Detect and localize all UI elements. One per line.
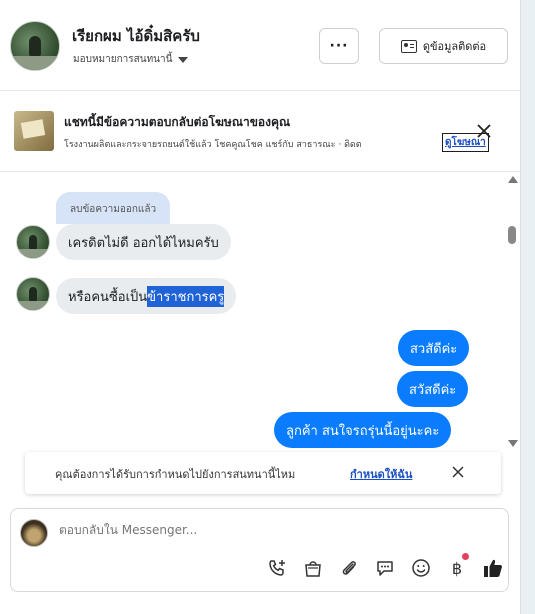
thumbs-up-icon[interactable] [475, 555, 511, 581]
removed-message-label: ลบข้อความออกแล้ว [56, 192, 171, 224]
ad-thumbnail[interactable] [14, 111, 54, 151]
contact-card-icon [400, 39, 417, 53]
paperclip-icon[interactable] [331, 555, 367, 581]
conversation-panel: เรียกผม ไอ้ดิ๋มสิครับ มอบหมายการสนทนานี้… [0, 0, 521, 614]
outgoing-message[interactable]: สวสัดีค่ะ [398, 330, 470, 366]
ad-reply-banner: แชทนี้มีข้อความตอบกลับต่อโฆษณาของคุณ โรง… [0, 91, 520, 172]
outgoing-message[interactable]: ลูกค้า สนใจรถรุ่นนี้อยู่นะคะ [274, 412, 452, 448]
message-composer: ฿ [10, 508, 509, 592]
incoming-message[interactable]: เครดิตไม่ดี ออกได้ไหมครับ [56, 224, 231, 260]
more-options-button[interactable]: ··· [319, 28, 359, 64]
window-edge [521, 0, 535, 614]
view-contact-info-button[interactable]: ดูข้อมูลติดต่อ [379, 28, 508, 64]
baht-icon[interactable]: ฿ [439, 553, 475, 581]
contact-name: เรียกผม ไอ้ดิ๋มสิครับ [72, 27, 200, 45]
assign-to-me-link[interactable]: กำหนดให้ฉัน [350, 465, 412, 483]
outgoing-message[interactable]: สวัสดีค่ะ [397, 371, 469, 407]
close-icon[interactable] [476, 124, 492, 138]
chevron-down-icon [178, 56, 189, 63]
sender-avatar[interactable] [16, 225, 50, 259]
shopping-bag-icon[interactable] [295, 555, 331, 581]
chat-scrollbar[interactable] [504, 172, 518, 450]
close-icon[interactable] [452, 466, 464, 478]
notification-dot [462, 553, 469, 560]
reply-input[interactable] [59, 523, 459, 537]
scroll-up-arrow-icon[interactable] [508, 176, 518, 183]
conversation-header: เรียกผม ไอ้ดิ๋มสิครับ มอบหมายการสนทนานี้… [0, 0, 520, 91]
page-avatar [20, 519, 48, 547]
sender-avatar[interactable] [16, 277, 50, 311]
contact-avatar[interactable] [10, 21, 60, 71]
call-add-icon[interactable] [259, 555, 295, 581]
scrollbar-thumb[interactable] [508, 226, 516, 244]
assign-reminder-text: คุณต้องการได้รับการกำหนดไปยังการสนทนานี้… [55, 468, 296, 481]
chat-bubble-icon[interactable] [367, 555, 403, 581]
baht-symbol: ฿ [451, 558, 463, 578]
incoming-message[interactable]: หรือคนซื้อเป็น ข้าราชการครู [56, 278, 237, 314]
composer-toolbar: ฿ [259, 553, 511, 581]
selected-text: ข้าราชการครู [147, 285, 225, 307]
emoji-icon[interactable] [403, 555, 439, 581]
assign-reminder-banner: คุณต้องการได้รับการกำหนดไปยังการสนทนานี้… [25, 452, 501, 494]
assign-label: มอบหมายการสนทนานี้ [73, 54, 173, 65]
ad-banner-subtitle: โรงงานผลิตและกระจายรถยนต์ใช้แล้ว โชคคูณโ… [64, 140, 362, 150]
view-contact-info-label: ดูข้อมูลติดต่อ [422, 40, 487, 53]
message-text: หรือคนซื้อเป็น [68, 289, 148, 305]
ad-banner-title: แชทนี้มีข้อความตอบกลับต่อโฆษณาของคุณ [64, 115, 291, 129]
assign-conversation-dropdown[interactable]: มอบหมายการสนทนานี้ [73, 52, 189, 67]
scroll-down-arrow-icon[interactable] [508, 440, 518, 447]
